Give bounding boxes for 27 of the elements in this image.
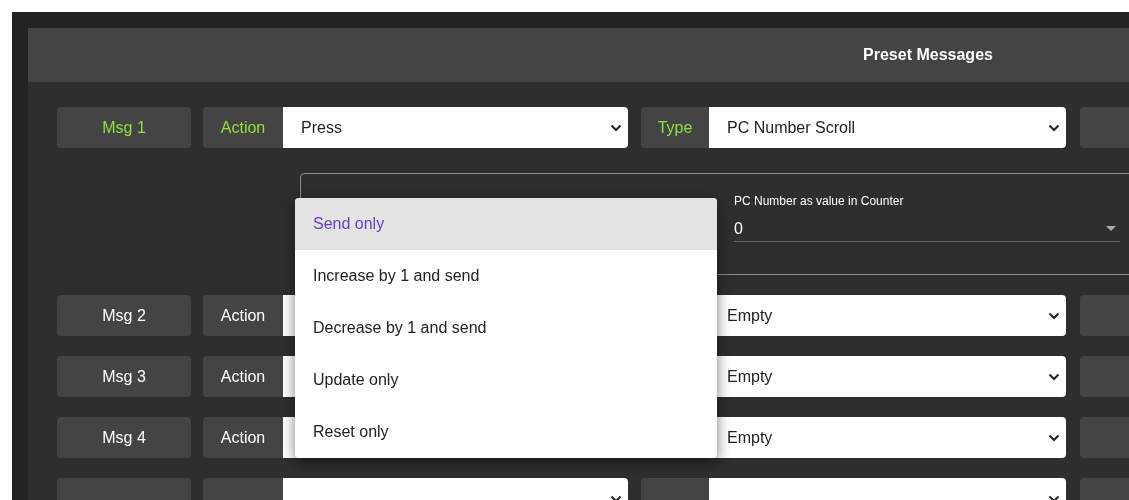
menu-item[interactable]: Decrease by 1 and send: [295, 302, 717, 354]
select-field[interactable]: Press: [283, 107, 628, 148]
chevron-down-icon: [610, 123, 622, 132]
select-field[interactable]: PC Number Scroll: [709, 107, 1066, 148]
chevron-down-icon: [610, 494, 622, 500]
menu-item[interactable]: Send only: [295, 198, 717, 250]
chevron-down-icon: [1048, 494, 1060, 500]
menu-item[interactable]: Increase by 1 and send: [295, 250, 717, 302]
action-label: Action: [203, 107, 283, 148]
action-label: Action: [203, 417, 283, 458]
caret-down-icon: [1106, 226, 1116, 231]
message-label[interactable]: Msg 4: [57, 417, 191, 458]
action-label: Action: [203, 295, 283, 336]
action-label: Action: [203, 356, 283, 397]
message-label[interactable]: Msg 3: [57, 356, 191, 397]
type-label: Type: [641, 107, 709, 148]
message-label[interactable]: Msg 1: [57, 107, 191, 148]
menu-item[interactable]: Update only: [295, 354, 717, 406]
menu-item[interactable]: Reset only: [295, 406, 717, 458]
panel-title: Preset Messages: [863, 45, 993, 65]
message-label[interactable]: Msg 2: [57, 295, 191, 336]
chevron-down-icon: [1048, 123, 1060, 132]
chevron-down-icon: [1048, 311, 1060, 320]
chevron-down-icon: [1048, 433, 1060, 442]
counter-select[interactable]: 0: [734, 216, 1120, 242]
chevron-down-icon: [1048, 372, 1060, 381]
field-label: PC Number as value in Counter: [734, 193, 905, 210]
